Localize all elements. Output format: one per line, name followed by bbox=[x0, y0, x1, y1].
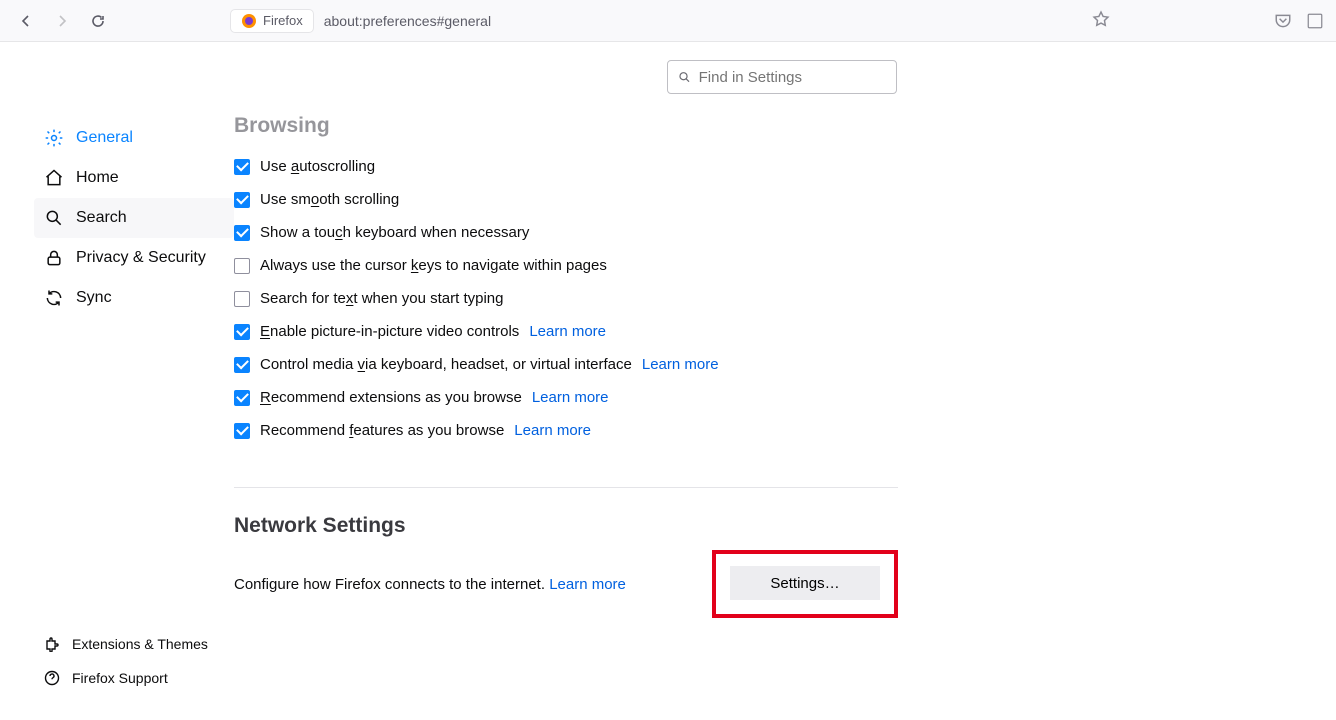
home-icon bbox=[44, 168, 64, 188]
sidebar-item-privacy[interactable]: Privacy & Security bbox=[34, 238, 234, 278]
network-settings-button[interactable]: Settings… bbox=[730, 566, 880, 600]
learn-more-link[interactable]: Learn more bbox=[532, 389, 609, 406]
option-label[interactable]: Show a touch keyboard when necessary bbox=[260, 224, 529, 241]
learn-more-link[interactable]: Learn more bbox=[529, 323, 606, 340]
search-icon bbox=[678, 70, 691, 84]
browsing-option: Control media via keyboard, headset, or … bbox=[234, 348, 898, 381]
learn-more-link[interactable]: Learn more bbox=[642, 356, 719, 373]
checkbox[interactable] bbox=[234, 324, 250, 340]
url-bar[interactable]: Firefox about:preferences#general bbox=[230, 9, 491, 33]
reload-button[interactable] bbox=[84, 7, 112, 35]
identity-box[interactable]: Firefox bbox=[230, 9, 314, 33]
option-label[interactable]: Search for text when you start typing bbox=[260, 290, 503, 307]
browsing-section: Browsing Use autoscrolling Use smooth scr… bbox=[234, 114, 898, 618]
gear-icon bbox=[44, 128, 64, 148]
sidebar-item-home[interactable]: Home bbox=[34, 158, 234, 198]
section-title-network: Network Settings bbox=[234, 514, 898, 538]
option-label[interactable]: Enable picture-in-picture video controls bbox=[260, 323, 519, 340]
sidebar-item-search[interactable]: Search bbox=[34, 198, 234, 238]
sidebar-item-label: Sync bbox=[76, 289, 112, 307]
application-menu-icon[interactable] bbox=[1306, 12, 1324, 30]
sidebar-link-support[interactable]: Firefox Support bbox=[34, 666, 218, 690]
sidebar-link-extensions[interactable]: Extensions & Themes bbox=[34, 632, 218, 656]
checkbox[interactable] bbox=[234, 357, 250, 373]
sidebar-item-label: Home bbox=[76, 169, 119, 187]
learn-more-link[interactable]: Learn more bbox=[514, 422, 591, 439]
pocket-icon[interactable] bbox=[1274, 12, 1292, 30]
toolbar-right-icons bbox=[1274, 12, 1324, 30]
option-label[interactable]: Recommend features as you browse bbox=[260, 422, 504, 439]
checkbox[interactable] bbox=[234, 390, 250, 406]
sidebar-item-label: Search bbox=[76, 209, 127, 227]
option-label[interactable]: Control media via keyboard, headset, or … bbox=[260, 356, 632, 373]
browsing-option: Always use the cursor keys to navigate w… bbox=[234, 249, 898, 282]
option-label[interactable]: Use autoscrolling bbox=[260, 158, 375, 175]
preferences-sidebar: General Home Search Privacy & Security S… bbox=[0, 42, 234, 720]
option-label[interactable]: Recommend extensions as you browse bbox=[260, 389, 522, 406]
settings-search[interactable] bbox=[667, 60, 897, 94]
sidebar-item-general[interactable]: General bbox=[34, 118, 234, 158]
forward-button[interactable] bbox=[48, 7, 76, 35]
network-desc: Configure how Firefox connects to the in… bbox=[234, 576, 545, 593]
section-divider bbox=[234, 487, 898, 488]
checkbox[interactable] bbox=[234, 192, 250, 208]
sidebar-item-label: Privacy & Security bbox=[76, 249, 206, 267]
main-area: General Home Search Privacy & Security S… bbox=[0, 42, 1336, 720]
browsing-option: Search for text when you start typing bbox=[234, 282, 898, 315]
identity-label: Firefox bbox=[263, 13, 303, 28]
browsing-option: Recommend extensions as you browse Learn … bbox=[234, 381, 898, 414]
checkbox[interactable] bbox=[234, 291, 250, 307]
network-row: Configure how Firefox connects to the in… bbox=[234, 550, 898, 618]
section-title-browsing: Browsing bbox=[234, 114, 898, 138]
puzzle-icon bbox=[44, 636, 60, 652]
sidebar-item-label: General bbox=[76, 129, 133, 147]
annotation-highlight: Settings… bbox=[712, 550, 898, 618]
option-label[interactable]: Use smooth scrolling bbox=[260, 191, 399, 208]
sync-icon bbox=[44, 288, 64, 308]
settings-search-input[interactable] bbox=[699, 69, 886, 86]
browsing-option: Show a touch keyboard when necessary bbox=[234, 216, 898, 249]
browsing-option: Enable picture-in-picture video controls… bbox=[234, 315, 898, 348]
lock-icon bbox=[44, 248, 64, 268]
browsing-option: Recommend features as you browse Learn mo… bbox=[234, 414, 898, 447]
browser-toolbar: Firefox about:preferences#general bbox=[0, 0, 1336, 42]
help-icon bbox=[44, 670, 60, 686]
bookmark-star-icon[interactable] bbox=[1092, 10, 1110, 32]
browsing-option: Use autoscrolling bbox=[234, 150, 898, 183]
bottom-link-label: Firefox Support bbox=[72, 670, 168, 686]
network-learn-more[interactable]: Learn more bbox=[549, 576, 626, 593]
search-icon bbox=[44, 208, 64, 228]
sidebar-bottom: Extensions & Themes Firefox Support bbox=[34, 632, 218, 690]
bottom-link-label: Extensions & Themes bbox=[72, 636, 208, 652]
url-text: about:preferences#general bbox=[324, 13, 491, 29]
browsing-option: Use smooth scrolling bbox=[234, 183, 898, 216]
checkbox[interactable] bbox=[234, 225, 250, 241]
checkbox[interactable] bbox=[234, 159, 250, 175]
sidebar-item-sync[interactable]: Sync bbox=[34, 278, 234, 318]
checkbox[interactable] bbox=[234, 258, 250, 274]
checkbox[interactable] bbox=[234, 423, 250, 439]
preferences-content: Browsing Use autoscrolling Use smooth scr… bbox=[234, 42, 1336, 720]
firefox-logo-icon bbox=[241, 13, 257, 29]
back-button[interactable] bbox=[12, 7, 40, 35]
option-label[interactable]: Always use the cursor keys to navigate w… bbox=[260, 257, 607, 274]
